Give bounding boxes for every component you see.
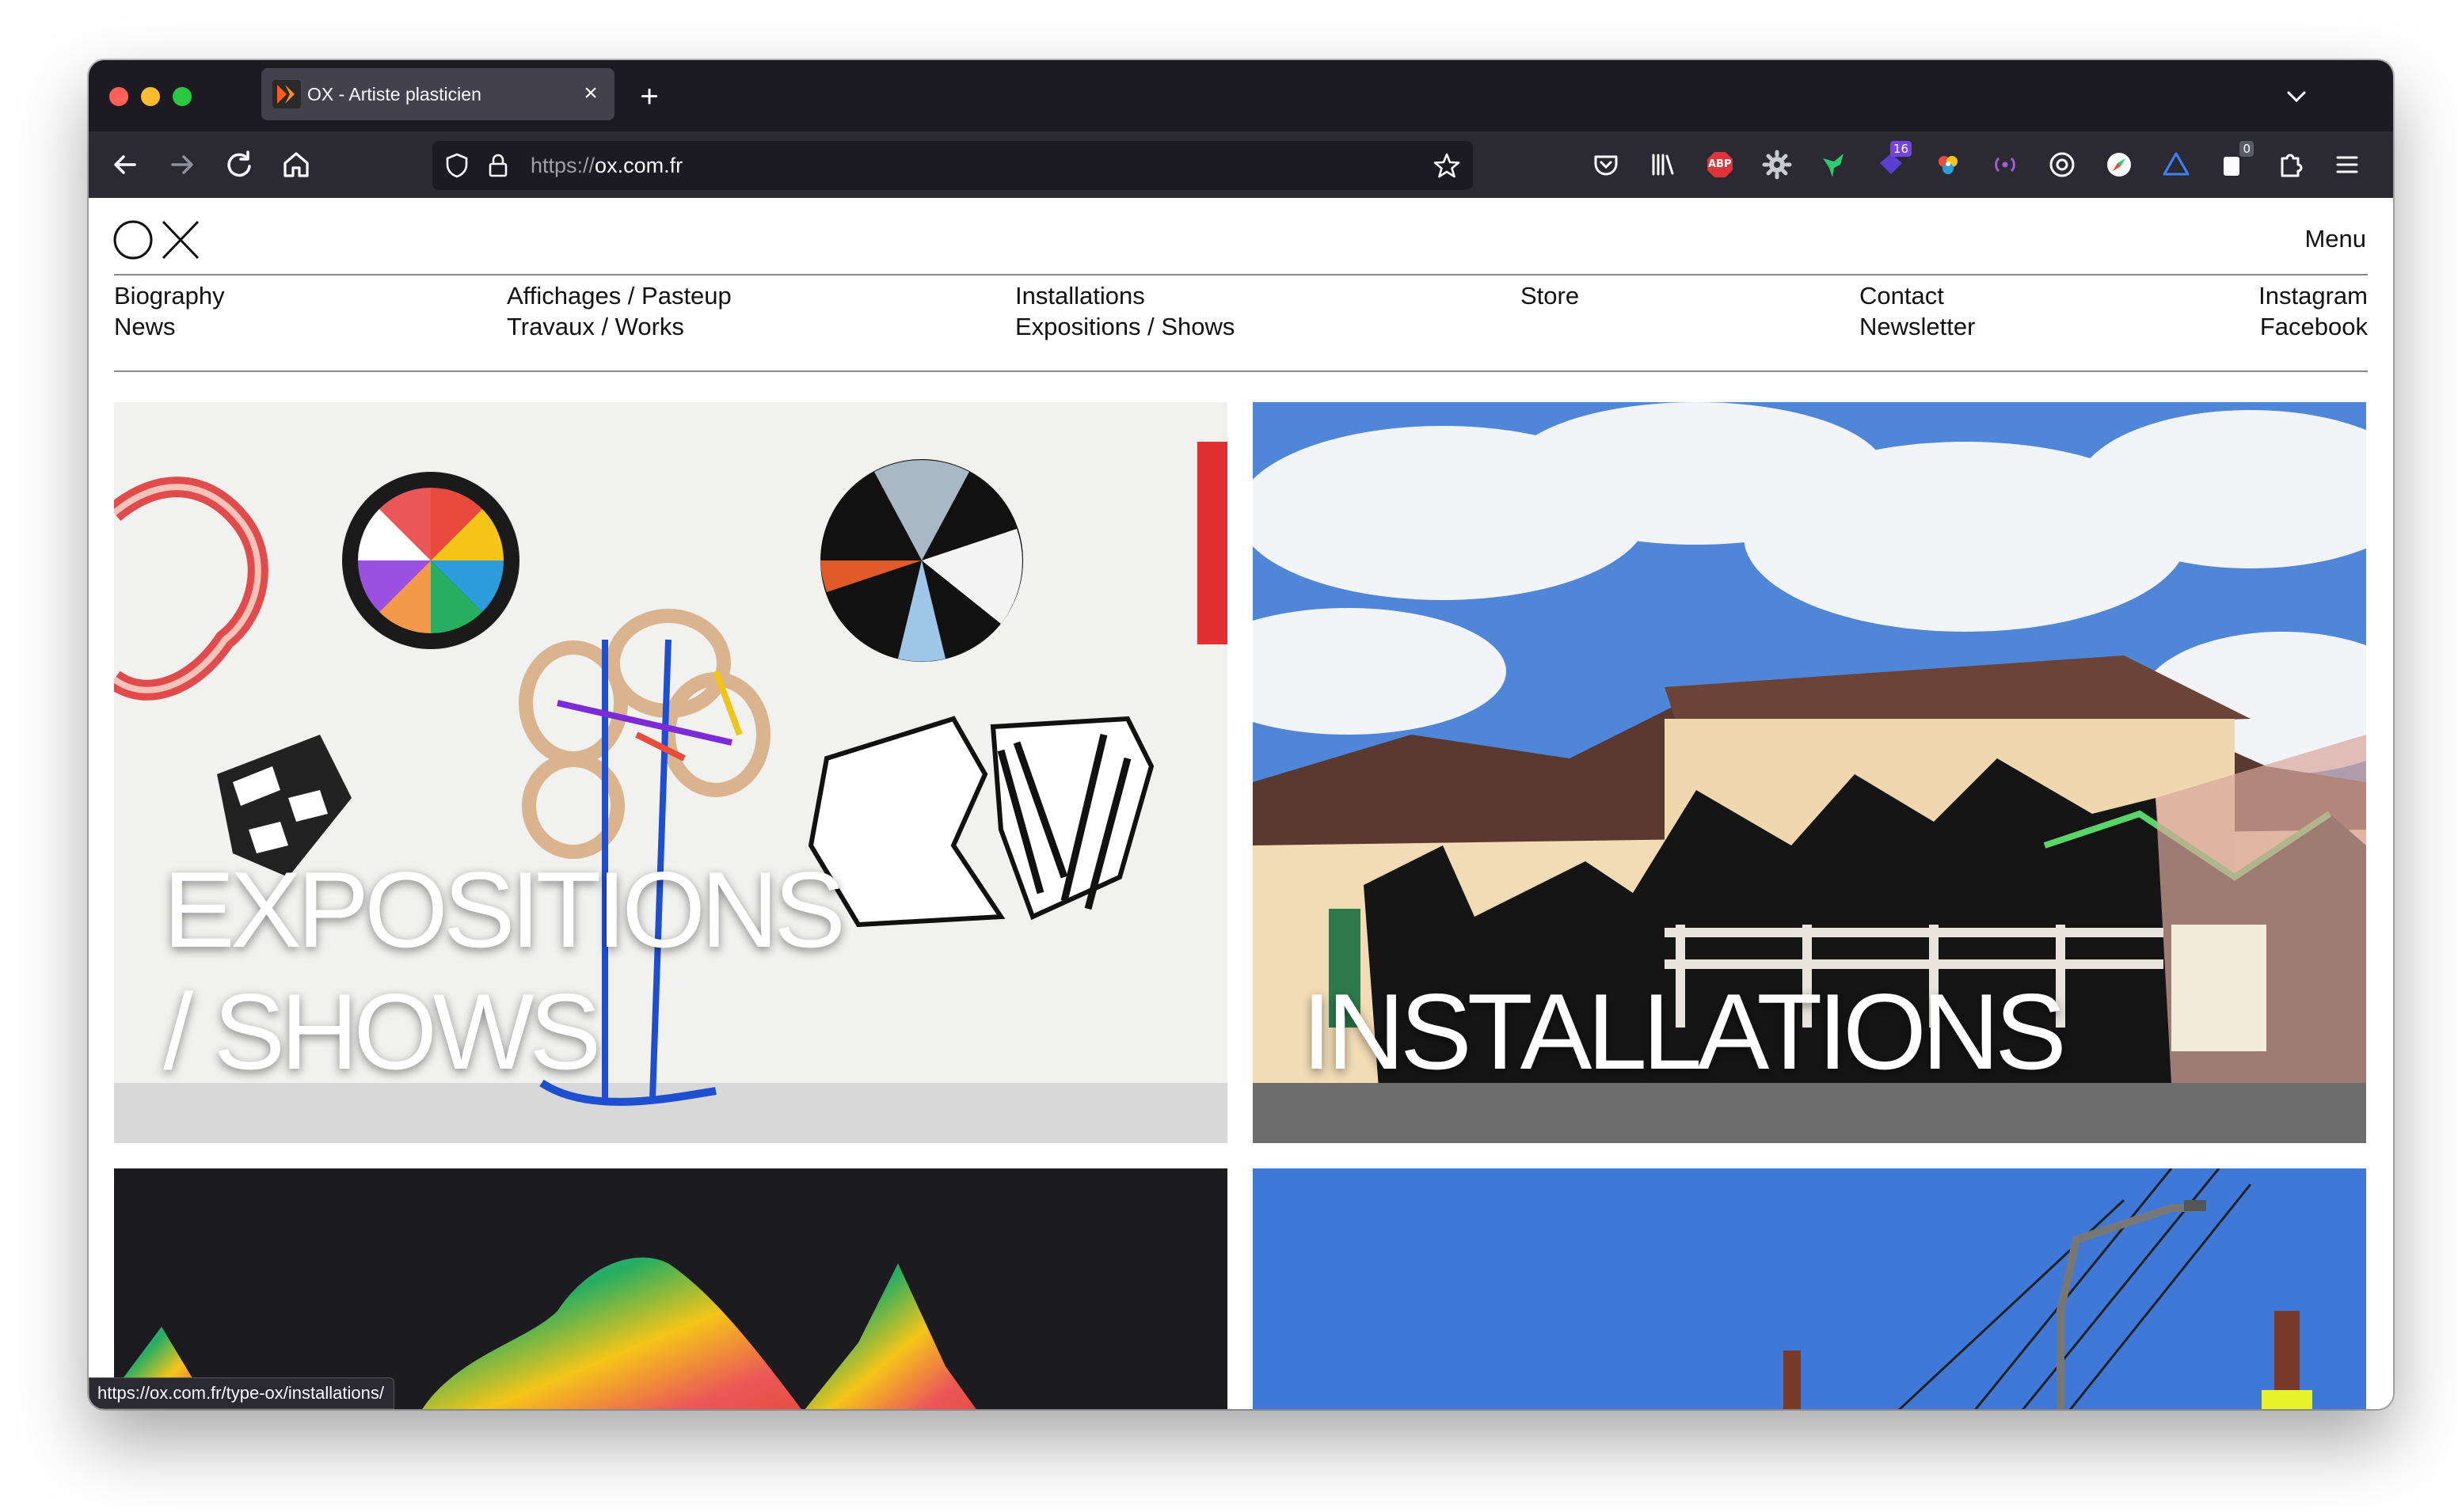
color-picker-extension-icon[interactable] xyxy=(1931,147,1965,182)
downloads-extension-icon[interactable]: 16 xyxy=(1874,141,1912,182)
home-icon[interactable] xyxy=(277,146,315,184)
url-text[interactable]: https://ox.com.fr xyxy=(531,154,683,178)
bookmark-star-icon[interactable] xyxy=(1432,150,1462,180)
extensions-puzzle-icon[interactable] xyxy=(2273,147,2308,182)
tile-expositions-title-line1: EXPOSITIONS xyxy=(163,849,846,970)
active-tab[interactable]: OX - Artiste plasticien × xyxy=(261,68,614,120)
tile-installations[interactable]: INSTALLATIONS xyxy=(1253,402,2366,1143)
address-bar[interactable]: https://ox.com.fr xyxy=(432,141,1473,190)
new-tab-button[interactable]: + xyxy=(632,79,667,114)
nav-installations[interactable]: Installations xyxy=(1015,280,1145,311)
tile-expositions-shows[interactable]: EXPOSITIONS / SHOWS xyxy=(114,402,1227,1143)
ox-favicon-icon xyxy=(272,80,301,108)
downloads-badge: 16 xyxy=(1889,141,1912,157)
nav-contact[interactable]: Contact xyxy=(1859,280,1944,311)
logo-text: OX xyxy=(112,218,114,219)
forward-icon[interactable] xyxy=(163,146,201,184)
nav-biography[interactable]: Biography xyxy=(114,280,225,311)
url-host: ox.com.fr xyxy=(595,154,683,177)
page-content: OX Menu Biography News Affichages / Past… xyxy=(89,198,2393,1409)
nav-instagram[interactable]: Instagram xyxy=(2258,280,2368,311)
nav-expositions[interactable]: Expositions / Shows xyxy=(1015,311,1235,342)
nav-store[interactable]: Store xyxy=(1520,280,1579,311)
settings-gear-icon[interactable] xyxy=(1760,147,1794,182)
compass-extension-icon[interactable] xyxy=(2102,147,2136,182)
header-divider xyxy=(114,274,2368,275)
affichages-photo xyxy=(1253,1168,2366,1409)
pocket-icon[interactable] xyxy=(1589,147,1623,182)
tab-title: OX - Artiste plasticien xyxy=(307,84,481,104)
nav-affichages[interactable]: Affichages / Pasteup xyxy=(507,280,732,311)
tile-affichages[interactable] xyxy=(1253,1168,2366,1409)
library-icon[interactable] xyxy=(1646,147,1680,182)
list-all-tabs-icon[interactable] xyxy=(2279,79,2314,114)
tracking-protection-shield-icon[interactable] xyxy=(443,152,470,179)
lock-icon[interactable] xyxy=(485,152,512,179)
works-photo xyxy=(114,1168,1227,1409)
privacy-extension-icon[interactable] xyxy=(2045,147,2079,182)
adblock-plus-icon[interactable]: ABP xyxy=(1703,147,1737,182)
ox-logo[interactable]: OX xyxy=(112,218,203,261)
minimize-window-button[interactable] xyxy=(141,87,160,106)
back-icon[interactable] xyxy=(106,146,144,184)
close-window-button[interactable] xyxy=(109,87,128,106)
nav-news[interactable]: News xyxy=(114,311,176,342)
nav-facebook[interactable]: Facebook xyxy=(2260,311,2368,342)
menu-link[interactable]: Menu xyxy=(2304,225,2366,253)
url-scheme: https:// xyxy=(531,154,595,177)
tile-installations-title: INSTALLATIONS xyxy=(1302,971,2067,1092)
tile-expositions-title-line2: / SHOWS xyxy=(163,971,601,1092)
counter-extension-icon[interactable]: 0 xyxy=(2216,141,2254,182)
close-tab-icon[interactable]: × xyxy=(576,79,605,108)
reload-icon[interactable] xyxy=(220,146,258,184)
tab-bar: OX - Artiste plasticien × + xyxy=(89,60,2393,131)
browser-window: OX - Artiste plasticien × + https://ox.c… xyxy=(89,60,2393,1409)
tile-works[interactable] xyxy=(114,1168,1227,1409)
nav-divider xyxy=(114,370,2368,372)
hummingbird-extension-icon[interactable] xyxy=(1817,147,1851,182)
counter-badge: 0 xyxy=(2239,141,2254,157)
adblock-label: ABP xyxy=(1708,158,1732,170)
hamburger-menu-icon[interactable] xyxy=(2330,147,2365,182)
triangle-extension-icon[interactable] xyxy=(2159,147,2194,182)
broadcast-extension-icon[interactable] xyxy=(1988,147,2022,182)
nav-toolbar: https://ox.com.fr ABP 16 0 xyxy=(89,131,2393,198)
link-status-bar: https://ox.com.fr/type-ox/installations/ xyxy=(89,1377,394,1409)
nav-travaux[interactable]: Travaux / Works xyxy=(507,311,684,342)
nav-newsletter[interactable]: Newsletter xyxy=(1859,311,1975,342)
zoom-window-button[interactable] xyxy=(173,87,192,106)
